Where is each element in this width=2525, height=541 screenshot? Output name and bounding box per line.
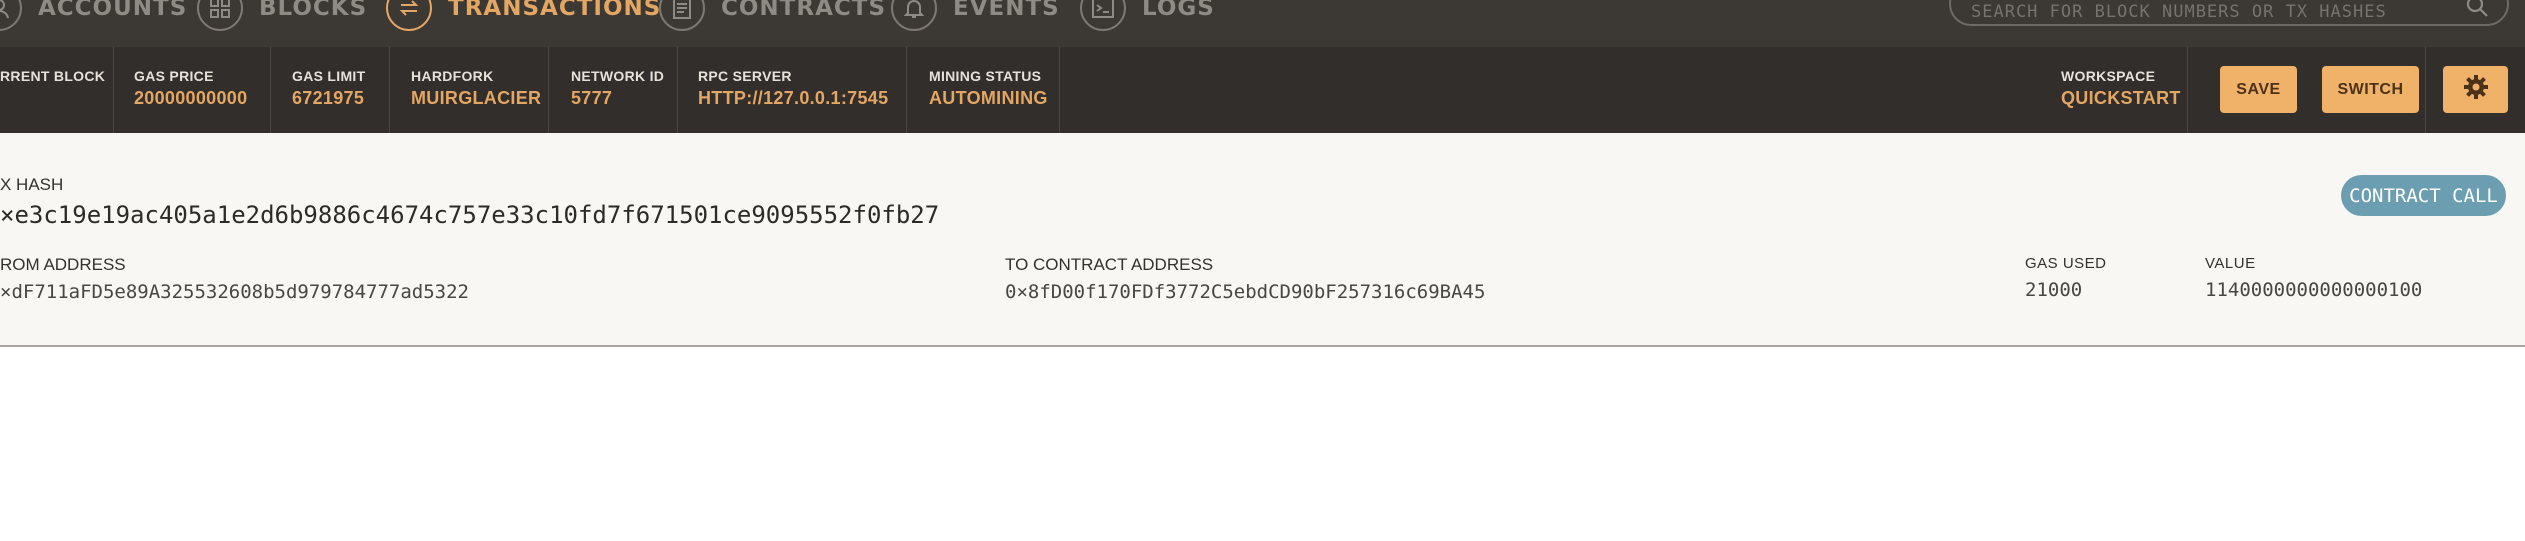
status-bar: RRENT BLOCK GAS PRICE 20000000000 GAS LI… (0, 47, 2525, 133)
nav-logs-label: LOGS (1142, 0, 1215, 21)
to-contract-address-value: 0×8fD00f170FDf3772C5ebdCD90bF257316c69BA… (1005, 281, 1486, 303)
divider (2187, 47, 2188, 133)
divider (113, 47, 114, 133)
mining-status-label: MINING STATUS (929, 68, 1042, 84)
hardfork-label: HARDFORK (411, 68, 494, 84)
tx-hash-label: X HASH (0, 175, 64, 194)
current-block-label: RRENT BLOCK (0, 68, 106, 84)
top-navigation: ACCOUNTS BLOCKS TRANSACTIONS CONTRACTS E… (0, 0, 2525, 47)
gas-price-value: 20000000000 (134, 88, 248, 108)
nav-accounts[interactable]: ACCOUNTS (0, 0, 188, 31)
contracts-icon (659, 0, 705, 31)
rpc-server-label: RPC SERVER (698, 68, 792, 84)
search-input[interactable] (1969, 0, 2453, 26)
transactions-icon (386, 0, 432, 31)
tx-hash-value: ×e3c19e19ac405a1e2d6b9886c4674c757e33c10… (0, 201, 940, 229)
nav-transactions[interactable]: TRANSACTIONS (386, 0, 662, 31)
divider (2425, 47, 2426, 133)
divider (677, 47, 678, 133)
nav-logs[interactable]: LOGS (1080, 0, 1215, 31)
rpc-server-value: HTTP://127.0.0.1:7545 (698, 88, 889, 108)
nav-contracts-label: CONTRACTS (721, 0, 887, 21)
logs-icon (1080, 0, 1126, 31)
blocks-icon (197, 0, 243, 31)
save-button[interactable]: SAVE (2220, 66, 2297, 113)
from-address-value: ×dF711aFD5e89A325532608b5d979784777ad532… (0, 281, 469, 303)
network-id-value: 5777 (571, 88, 613, 108)
nav-events-label: EVENTS (953, 0, 1060, 21)
workspace-value: QUICKSTART (2061, 88, 2181, 108)
accounts-icon (0, 0, 22, 31)
gas-used-label: GAS USED (2025, 255, 2107, 272)
divider (548, 47, 549, 133)
to-contract-address-label: TO CONTRACT ADDRESS (1005, 255, 1214, 274)
from-address-label: ROM ADDRESS (0, 255, 126, 274)
value-amount: 1140000000000000100 (2205, 279, 2423, 301)
value-label: VALUE (2205, 255, 2256, 272)
nav-blocks[interactable]: BLOCKS (197, 0, 368, 31)
gear-icon (2463, 74, 2489, 105)
nav-accounts-label: ACCOUNTS (38, 0, 188, 21)
events-icon (891, 0, 937, 31)
gas-limit-value: 6721975 (292, 88, 365, 108)
divider (389, 47, 390, 133)
settings-button[interactable] (2443, 66, 2508, 113)
divider (906, 47, 907, 133)
gas-limit-label: GAS LIMIT (292, 68, 366, 84)
workspace-label: WORKSPACE (2061, 68, 2156, 84)
search-icon[interactable] (2465, 0, 2489, 23)
nav-blocks-label: BLOCKS (259, 0, 368, 21)
divider (1059, 47, 1060, 133)
gas-used-value: 21000 (2025, 279, 2083, 301)
nav-transactions-label: TRANSACTIONS (448, 0, 662, 21)
hardfork-value: MUIRGLACIER (411, 88, 542, 108)
network-id-label: NETWORK ID (571, 68, 665, 84)
switch-button[interactable]: SWITCH (2322, 66, 2419, 113)
divider (270, 47, 271, 133)
nav-contracts[interactable]: CONTRACTS (659, 0, 887, 31)
gas-price-label: GAS PRICE (134, 68, 214, 84)
transaction-detail: X HASH ×e3c19e19ac405a1e2d6b9886c4674c75… (0, 133, 2525, 347)
mining-status-value: AUTOMINING (929, 88, 1048, 108)
nav-events[interactable]: EVENTS (891, 0, 1060, 31)
search-box[interactable] (1949, 0, 2509, 26)
contract-call-badge: CONTRACT CALL (2341, 175, 2506, 216)
